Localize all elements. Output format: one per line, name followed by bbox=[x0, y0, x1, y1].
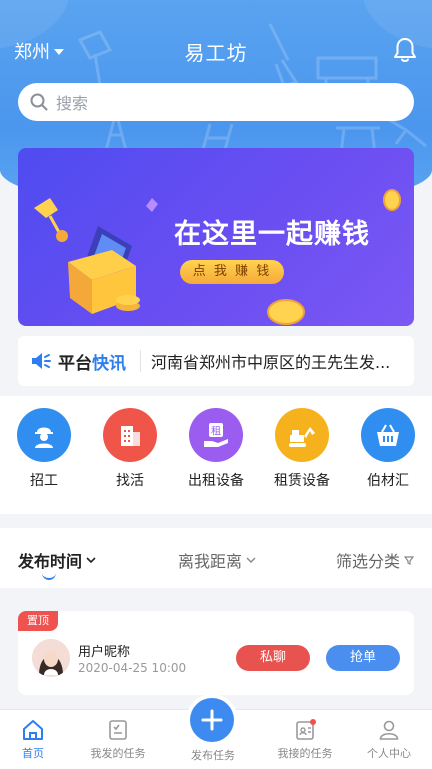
home-icon bbox=[23, 720, 43, 740]
accepted-task-icon bbox=[296, 719, 316, 740]
search-input[interactable]: 搜索 bbox=[18, 83, 414, 121]
worker-icon bbox=[17, 408, 71, 462]
plus-icon bbox=[201, 709, 223, 731]
category-find-work[interactable]: 找活 bbox=[100, 408, 160, 490]
tab-profile[interactable]: 个人中心 bbox=[346, 718, 432, 761]
filter-icon bbox=[404, 556, 415, 565]
tab-my-posted[interactable]: 我发的任务 bbox=[75, 718, 161, 761]
earn-money-button[interactable]: 点 我 赚 钱 bbox=[180, 260, 284, 284]
category-grid: 招工 找活 租 出租设备 租赁设备 伯材汇 bbox=[0, 396, 432, 514]
news-tag: 平台快讯 bbox=[58, 349, 126, 374]
avatar bbox=[32, 639, 70, 677]
tab-publish-label: 发布任务 bbox=[191, 749, 235, 762]
sort-by-distance[interactable]: 离我距离 bbox=[178, 548, 256, 572]
category-label: 租赁设备 bbox=[274, 473, 330, 489]
tab-my-posted-label: 我发的任务 bbox=[90, 747, 146, 760]
category-rent-equipment[interactable]: 租赁设备 bbox=[272, 408, 332, 490]
post-date: 2020-04-25 10:00 bbox=[78, 661, 187, 675]
news-text: 河南省郑州市中原区的王先生发... bbox=[151, 353, 391, 372]
news-ticker[interactable]: 平台快讯 河南省郑州市中原区的王先生发... bbox=[18, 336, 414, 386]
bell-icon[interactable] bbox=[392, 36, 418, 64]
coin-icon bbox=[383, 189, 401, 211]
filter-label: 筛选分类 bbox=[336, 552, 401, 571]
category-label: 出租设备 bbox=[188, 473, 244, 489]
news-tag-suffix: 快讯 bbox=[92, 353, 126, 374]
tab-profile-label: 个人中心 bbox=[367, 747, 411, 760]
coin-stack-icon bbox=[267, 299, 305, 325]
sort-by-time[interactable]: 发布时间 bbox=[18, 548, 96, 572]
rent-hand-icon: 租 bbox=[189, 408, 243, 462]
promo-banner[interactable]: 在这里一起赚钱 点 我 赚 钱 bbox=[18, 148, 414, 326]
chevron-down-icon bbox=[86, 557, 96, 564]
grab-order-button[interactable]: 抢单 bbox=[326, 645, 400, 671]
category-label: 伯材汇 bbox=[367, 473, 409, 489]
task-card[interactable]: 置顶 用户昵称 2020-04-25 10:00 私聊 抢单 bbox=[18, 611, 414, 695]
divider bbox=[140, 350, 141, 372]
tab-home-label: 首页 bbox=[22, 747, 44, 760]
sort-time-label: 发布时间 bbox=[18, 552, 83, 571]
category-recruit[interactable]: 招工 bbox=[14, 408, 74, 490]
user-name: 用户昵称 bbox=[78, 645, 131, 660]
filter-category[interactable]: 筛选分类 bbox=[336, 548, 415, 572]
excavator-icon bbox=[275, 408, 329, 462]
sort-bar: 发布时间 离我距离 筛选分类 bbox=[0, 528, 432, 588]
rent-glyph: 租 bbox=[211, 425, 221, 438]
tab-home[interactable]: 首页 bbox=[0, 718, 76, 761]
private-chat-button[interactable]: 私聊 bbox=[236, 645, 310, 671]
speaker-icon bbox=[32, 353, 51, 369]
basket-icon bbox=[361, 408, 415, 462]
person-icon bbox=[379, 720, 399, 740]
money-box-illustration bbox=[34, 198, 158, 314]
banner-headline: 在这里一起赚钱 bbox=[174, 219, 370, 250]
search-icon bbox=[30, 93, 48, 111]
building-icon bbox=[103, 408, 157, 462]
sort-distance-label: 离我距离 bbox=[178, 552, 243, 571]
task-list-icon bbox=[109, 720, 127, 740]
category-label: 找活 bbox=[116, 473, 144, 489]
tab-my-accepted-label: 我接的任务 bbox=[277, 747, 333, 760]
app-title: 易工坊 bbox=[184, 41, 248, 65]
category-materials[interactable]: 伯材汇 bbox=[358, 408, 418, 490]
publish-task-button[interactable] bbox=[190, 698, 234, 742]
category-lease-out[interactable]: 租 出租设备 bbox=[186, 408, 246, 490]
news-tag-prefix: 平台 bbox=[58, 353, 92, 374]
pinned-badge: 置顶 bbox=[18, 611, 58, 631]
category-label: 招工 bbox=[30, 473, 58, 489]
active-indicator bbox=[42, 572, 56, 580]
chevron-down-icon bbox=[246, 557, 256, 563]
tab-my-accepted[interactable]: 我接的任务 bbox=[262, 718, 348, 761]
search-placeholder: 搜索 bbox=[56, 94, 89, 113]
